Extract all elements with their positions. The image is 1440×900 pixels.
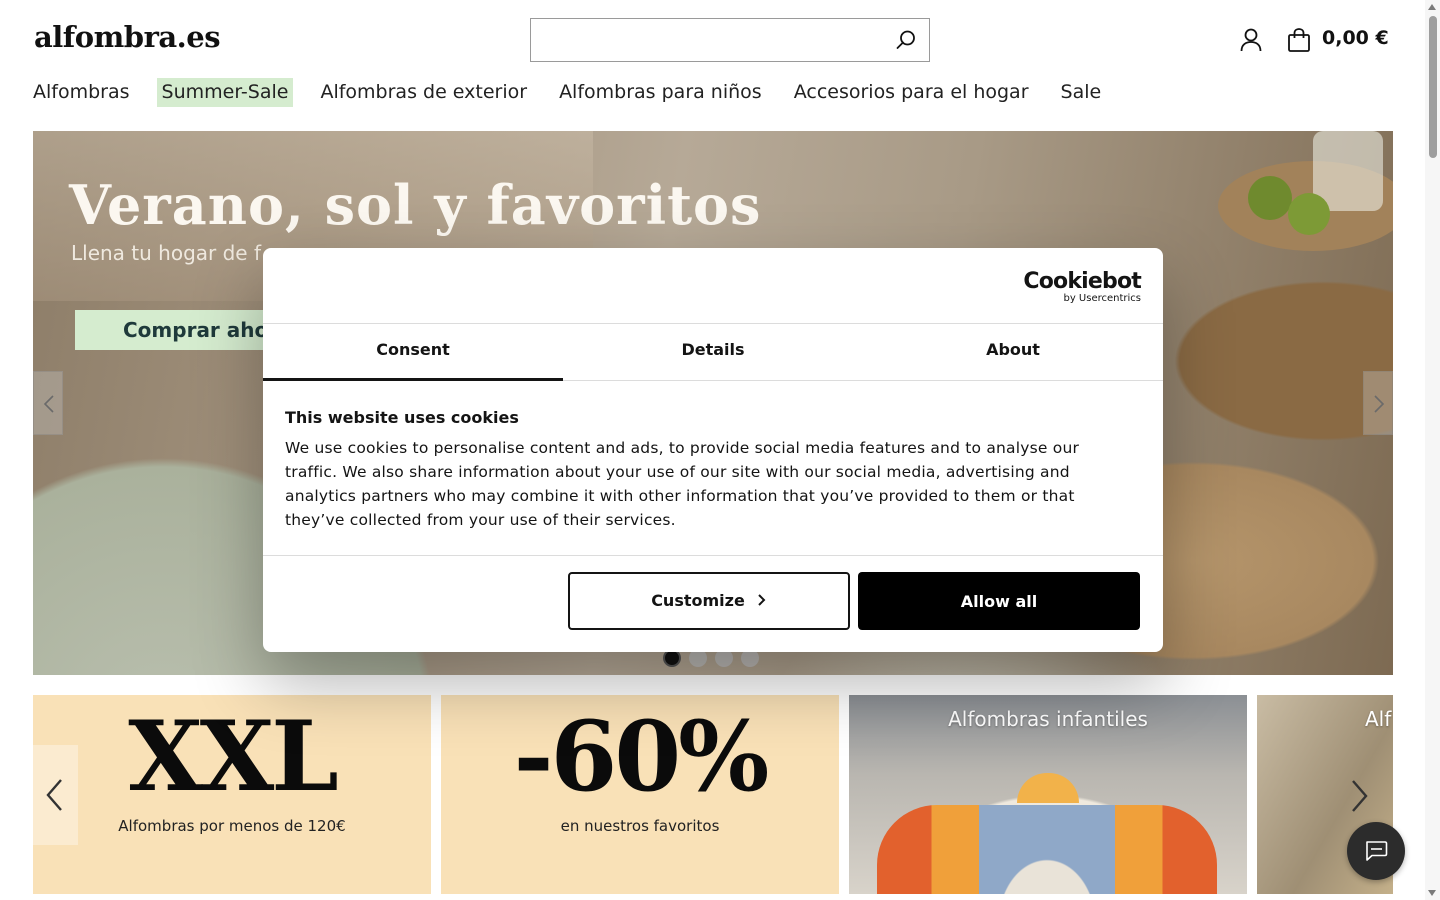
tiles-next-button[interactable] bbox=[1349, 778, 1371, 818]
hero-title: Verano, sol y favoritos bbox=[69, 173, 762, 237]
site-logo[interactable]: alfombra.es bbox=[34, 20, 221, 54]
cookie-consent-dialog: Cookiebot by Usercentrics Consent Detail… bbox=[263, 248, 1163, 652]
cookie-dialog-tabs: Consent Details About bbox=[263, 323, 1163, 381]
tile-alfombras-infantiles[interactable]: Alfombras infantiles bbox=[849, 695, 1247, 894]
nav-item-accesorios-hogar[interactable]: Accesorios para el hogar bbox=[789, 78, 1034, 107]
chat-icon bbox=[1366, 841, 1388, 861]
scroll-down-arrow-icon[interactable] bbox=[1428, 890, 1436, 896]
nav-item-alfombras-exterior[interactable]: Alfombras de exterior bbox=[315, 78, 532, 107]
page-scrollbar[interactable] bbox=[1425, 0, 1440, 900]
tab-consent[interactable]: Consent bbox=[263, 324, 563, 381]
tile-image-rug-sun bbox=[1017, 773, 1079, 803]
main-nav: Alfombras Summer-Sale Alfombras de exter… bbox=[33, 78, 1128, 107]
chevron-left-icon bbox=[46, 779, 62, 811]
chevron-right-icon bbox=[757, 592, 767, 611]
tile-sixty-percent[interactable]: -60% en nuestros favoritos bbox=[441, 695, 839, 894]
hero-prev-button[interactable] bbox=[33, 371, 63, 435]
nav-item-alfombras-ninos[interactable]: Alfombras para niños bbox=[554, 78, 767, 107]
cookiebot-logo-subtext: by Usercentrics bbox=[1063, 293, 1141, 304]
search-input[interactable] bbox=[531, 19, 871, 61]
search-icon[interactable] bbox=[895, 29, 917, 51]
tile-headline: -60% bbox=[513, 700, 770, 813]
tile-xxl[interactable]: XXL Alfombras por menos de 120€ bbox=[33, 695, 431, 894]
category-tiles: XXL Alfombras por menos de 120€ -60% en … bbox=[33, 695, 1393, 900]
tile-image-rug bbox=[877, 805, 1217, 894]
tile-caption: Alfombras por menos de 120€ bbox=[118, 817, 346, 835]
cookiebot-logo[interactable]: Cookiebot by Usercentrics bbox=[1023, 270, 1141, 304]
nav-item-summer-sale[interactable]: Summer-Sale bbox=[156, 78, 294, 107]
cart-total[interactable]: 0,00 € bbox=[1322, 27, 1389, 49]
scroll-thumb[interactable] bbox=[1429, 16, 1437, 158]
cookie-dialog-footer: Customize Allow all bbox=[263, 555, 1163, 652]
search-box[interactable] bbox=[530, 18, 930, 62]
tile-headline: XXL bbox=[128, 700, 338, 813]
hero-next-button[interactable] bbox=[1363, 371, 1393, 435]
chat-button[interactable] bbox=[1347, 822, 1405, 880]
tile-caption: en nuestros favoritos bbox=[560, 817, 720, 835]
nav-item-sale[interactable]: Sale bbox=[1056, 78, 1107, 107]
nav-item-alfombras[interactable]: Alfombras bbox=[33, 78, 135, 107]
chevron-right-icon bbox=[1374, 395, 1385, 413]
tab-details[interactable]: Details bbox=[563, 324, 863, 380]
cookiebot-logo-text: Cookiebot bbox=[1023, 269, 1141, 294]
tiles-prev-button[interactable] bbox=[33, 745, 78, 845]
shopping-bag-icon[interactable] bbox=[1286, 27, 1312, 53]
customize-button[interactable]: Customize bbox=[568, 572, 850, 630]
allow-all-button[interactable]: Allow all bbox=[858, 572, 1140, 630]
tile-label: Alf bbox=[1365, 707, 1392, 731]
scroll-up-arrow-icon[interactable] bbox=[1428, 4, 1436, 10]
hero-image-lime bbox=[1248, 176, 1292, 220]
chevron-right-icon bbox=[1352, 780, 1368, 812]
tab-about[interactable]: About bbox=[863, 324, 1163, 380]
cookie-dialog-heading: This website uses cookies bbox=[285, 408, 519, 427]
user-icon[interactable] bbox=[1238, 27, 1264, 53]
cookie-dialog-body: We use cookies to personalise content an… bbox=[285, 439, 1080, 529]
hero-subtitle: Llena tu hogar de f bbox=[71, 241, 262, 265]
customize-button-label: Customize bbox=[651, 591, 745, 610]
tile-label: Alfombras infantiles bbox=[948, 707, 1148, 731]
chevron-left-icon bbox=[43, 395, 54, 413]
hero-image-lime bbox=[1288, 193, 1330, 235]
